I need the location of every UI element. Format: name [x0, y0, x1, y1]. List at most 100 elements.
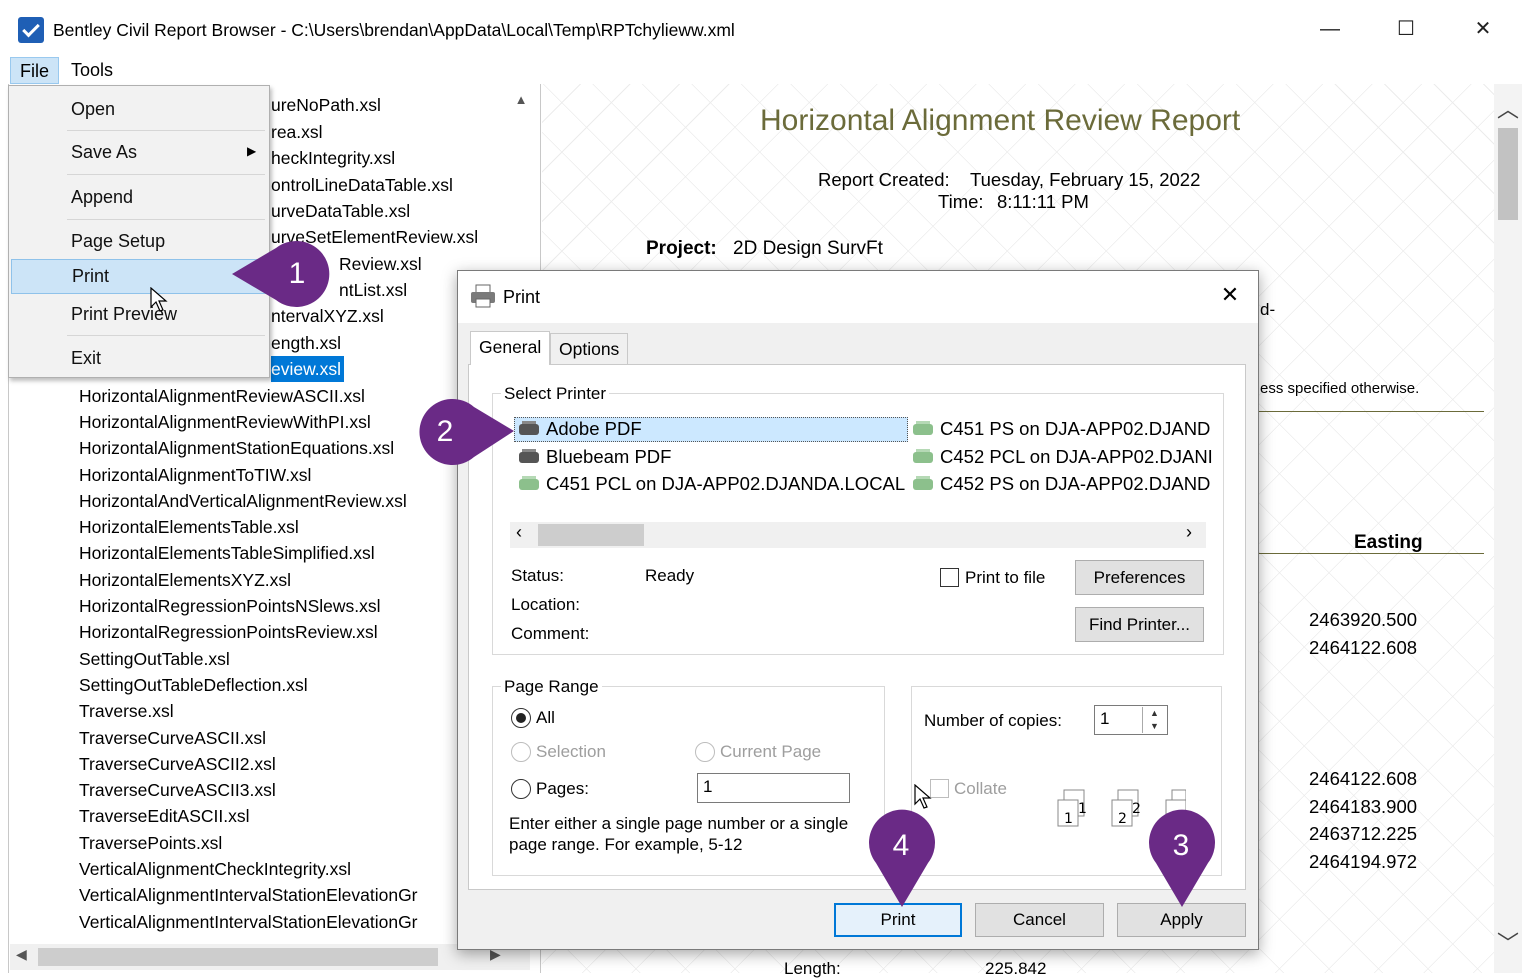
- list-item-selected[interactable]: eview.xsl: [271, 356, 345, 382]
- mouse-cursor-icon: [150, 287, 168, 312]
- list-item[interactable]: HorizontalElementsTable.xsl: [79, 514, 299, 540]
- find-printer-button[interactable]: Find Printer...: [1075, 607, 1204, 642]
- printer-item-bluebeam-pdf[interactable]: Bluebeam PDF: [518, 444, 671, 470]
- menu-separator: [67, 219, 265, 220]
- cancel-button[interactable]: Cancel: [975, 903, 1104, 937]
- report-title: Horizontal Alignment Review Report: [760, 104, 1241, 137]
- list-item[interactable]: TraverseCurveASCII2.xsl: [79, 751, 276, 777]
- collate-checkbox[interactable]: [930, 779, 949, 798]
- comment-label: Comment:: [511, 624, 590, 643]
- list-item[interactable]: heckIntegrity.xsl: [271, 145, 395, 171]
- menu-file[interactable]: File: [10, 57, 60, 84]
- tab-options[interactable]: Options: [550, 333, 629, 365]
- current-page-label: Current Page: [720, 742, 822, 761]
- network-printer-icon: [912, 476, 934, 492]
- printer-item-c451-pcl[interactable]: C451 PCL on DJA-APP02.DJANDA.LOCAL: [518, 471, 905, 497]
- list-item[interactable]: VerticalAlignmentIntervalStationElevatio…: [79, 882, 418, 908]
- list-item[interactable]: TraversePoints.xsl: [79, 830, 222, 856]
- list-item[interactable]: Traverse.xsl: [79, 698, 174, 724]
- report-scroll-thumb[interactable]: [1498, 128, 1518, 220]
- list-item[interactable]: rea.xsl: [271, 119, 323, 145]
- all-radio[interactable]: [511, 708, 531, 728]
- callout-4: 4: [892, 829, 910, 862]
- project-label: Project:: [646, 238, 717, 259]
- file-menu: Open Save As ▶ Append Page Setup Print P…: [8, 85, 270, 378]
- easting-value: 2463712.225: [1309, 823, 1418, 844]
- chevron-right-icon[interactable]: ›: [1186, 522, 1192, 543]
- menu-item-save-as[interactable]: Save As: [11, 134, 267, 170]
- list-item[interactable]: ureNoPath.xsl: [271, 92, 381, 118]
- preferences-button[interactable]: Preferences: [1075, 560, 1204, 595]
- list-item[interactable]: HorizontalElementsTableSimplified.xsl: [79, 540, 375, 566]
- scroll-up-icon[interactable]: ︿: [1496, 98, 1520, 122]
- print-to-file-checkbox[interactable]: [940, 568, 959, 587]
- maximize-button[interactable]: ☐: [1376, 8, 1436, 50]
- report-rule: [1258, 411, 1484, 412]
- chevron-left-icon[interactable]: ‹: [516, 522, 522, 543]
- printer-name: C452 PS on DJA-APP02.DJAND: [940, 473, 1211, 494]
- list-item[interactable]: TraverseEditASCII.xsl: [79, 803, 250, 829]
- length-label: Length:: [784, 959, 841, 978]
- print-dialog-titlebar: [458, 271, 1258, 323]
- printer-item-c452-ps[interactable]: C452 PS on DJA-APP02.DJAND: [912, 471, 1210, 497]
- list-item[interactable]: HorizontalAlignmentReviewASCII.xsl: [79, 383, 365, 409]
- list-item[interactable]: HorizontalAndVerticalAlignmentReview.xsl: [79, 488, 407, 514]
- menu-separator: [67, 174, 265, 175]
- list-item[interactable]: SettingOutTableDeflection.xsl: [79, 672, 308, 698]
- list-item[interactable]: HorizontalElementsXYZ.xsl: [79, 567, 291, 593]
- copies-spinner-icon[interactable]: ▲ ▼: [1142, 707, 1166, 733]
- scroll-left-icon[interactable]: ◀: [16, 946, 27, 963]
- printer-name: Adobe PDF: [546, 418, 642, 439]
- page-range-label: Page Range: [501, 677, 602, 697]
- status-value: Ready: [645, 566, 695, 585]
- dialog-close-button[interactable]: ✕: [1212, 282, 1248, 312]
- tab-general[interactable]: General: [470, 331, 551, 365]
- pages-input[interactable]: 1: [697, 773, 850, 803]
- list-item[interactable]: urveDataTable.xsl: [271, 198, 410, 224]
- list-hscroll-thumb[interactable]: [38, 948, 438, 966]
- report-created-label: Report Created:: [818, 169, 950, 190]
- minimize-button[interactable]: —: [1300, 8, 1360, 50]
- close-button[interactable]: ✕: [1453, 8, 1513, 50]
- easting-value: 2464183.900: [1309, 796, 1418, 817]
- list-scroll-up-icon[interactable]: ▲: [512, 92, 530, 110]
- list-item[interactable]: ontrolLineDataTable.xsl: [271, 172, 453, 198]
- print-dialog-title: Print: [503, 287, 541, 307]
- list-item[interactable]: HorizontalAlignmentReviewWithPI.xsl: [79, 409, 371, 435]
- menu-item-append[interactable]: Append: [11, 179, 267, 215]
- pages-radio[interactable]: [511, 779, 531, 799]
- menu-tools[interactable]: Tools: [62, 57, 122, 84]
- all-label: All: [536, 708, 555, 727]
- list-item[interactable]: TraverseCurveASCII.xsl: [79, 725, 266, 751]
- printer-item-adobe-pdf[interactable]: Adobe PDF: [518, 416, 642, 442]
- length-value: 225.842: [985, 959, 1047, 978]
- printer-icon: [471, 284, 495, 308]
- list-item[interactable]: ength.xsl: [271, 330, 341, 356]
- list-item[interactable]: HorizontalAlignmentToTIW.xsl: [79, 462, 311, 488]
- menu-item-open[interactable]: Open: [11, 91, 267, 127]
- print-to-file-label: Print to file: [965, 568, 1046, 587]
- list-item[interactable]: VerticalAlignmentCheckIntegrity.xsl: [79, 856, 351, 882]
- list-item[interactable]: TraverseCurveASCII3.xsl: [79, 777, 276, 803]
- selection-radio[interactable]: [511, 742, 531, 762]
- printer-list-scroll-thumb[interactable]: [538, 524, 644, 546]
- window-title: Bentley Civil Report Browser - C:\Users\…: [53, 20, 735, 40]
- menu-item-exit[interactable]: Exit: [11, 340, 267, 376]
- list-item[interactable]: HorizontalAlignmentStationEquations.xsl: [79, 435, 394, 461]
- menu-bar: [8, 56, 1522, 84]
- list-item[interactable]: SettingOutTable.xsl: [79, 646, 230, 672]
- report-fragment-note: ess specified otherwise.: [1260, 380, 1420, 397]
- list-item[interactable]: HorizontalRegressionPointsNSlews.xsl: [79, 593, 381, 619]
- printer-item-c452-pcl[interactable]: C452 PCL on DJA-APP02.DJANI: [912, 444, 1213, 470]
- printer-item-c451-ps[interactable]: C451 PS on DJA-APP02.DJAND: [912, 416, 1210, 442]
- list-item[interactable]: ntList.xsl: [339, 277, 407, 303]
- list-item[interactable]: Review.xsl: [339, 251, 422, 277]
- scroll-down-icon[interactable]: ﹀: [1496, 932, 1520, 956]
- easting-value: 2463920.500: [1309, 609, 1418, 630]
- network-printer-icon: [518, 476, 540, 492]
- network-printer-icon: [912, 421, 934, 437]
- easting-rule: [1258, 553, 1484, 554]
- current-page-radio[interactable]: [695, 742, 715, 762]
- list-item[interactable]: VerticalAlignmentIntervalStationElevatio…: [79, 909, 418, 935]
- list-item[interactable]: HorizontalRegressionPointsReview.xsl: [79, 619, 378, 645]
